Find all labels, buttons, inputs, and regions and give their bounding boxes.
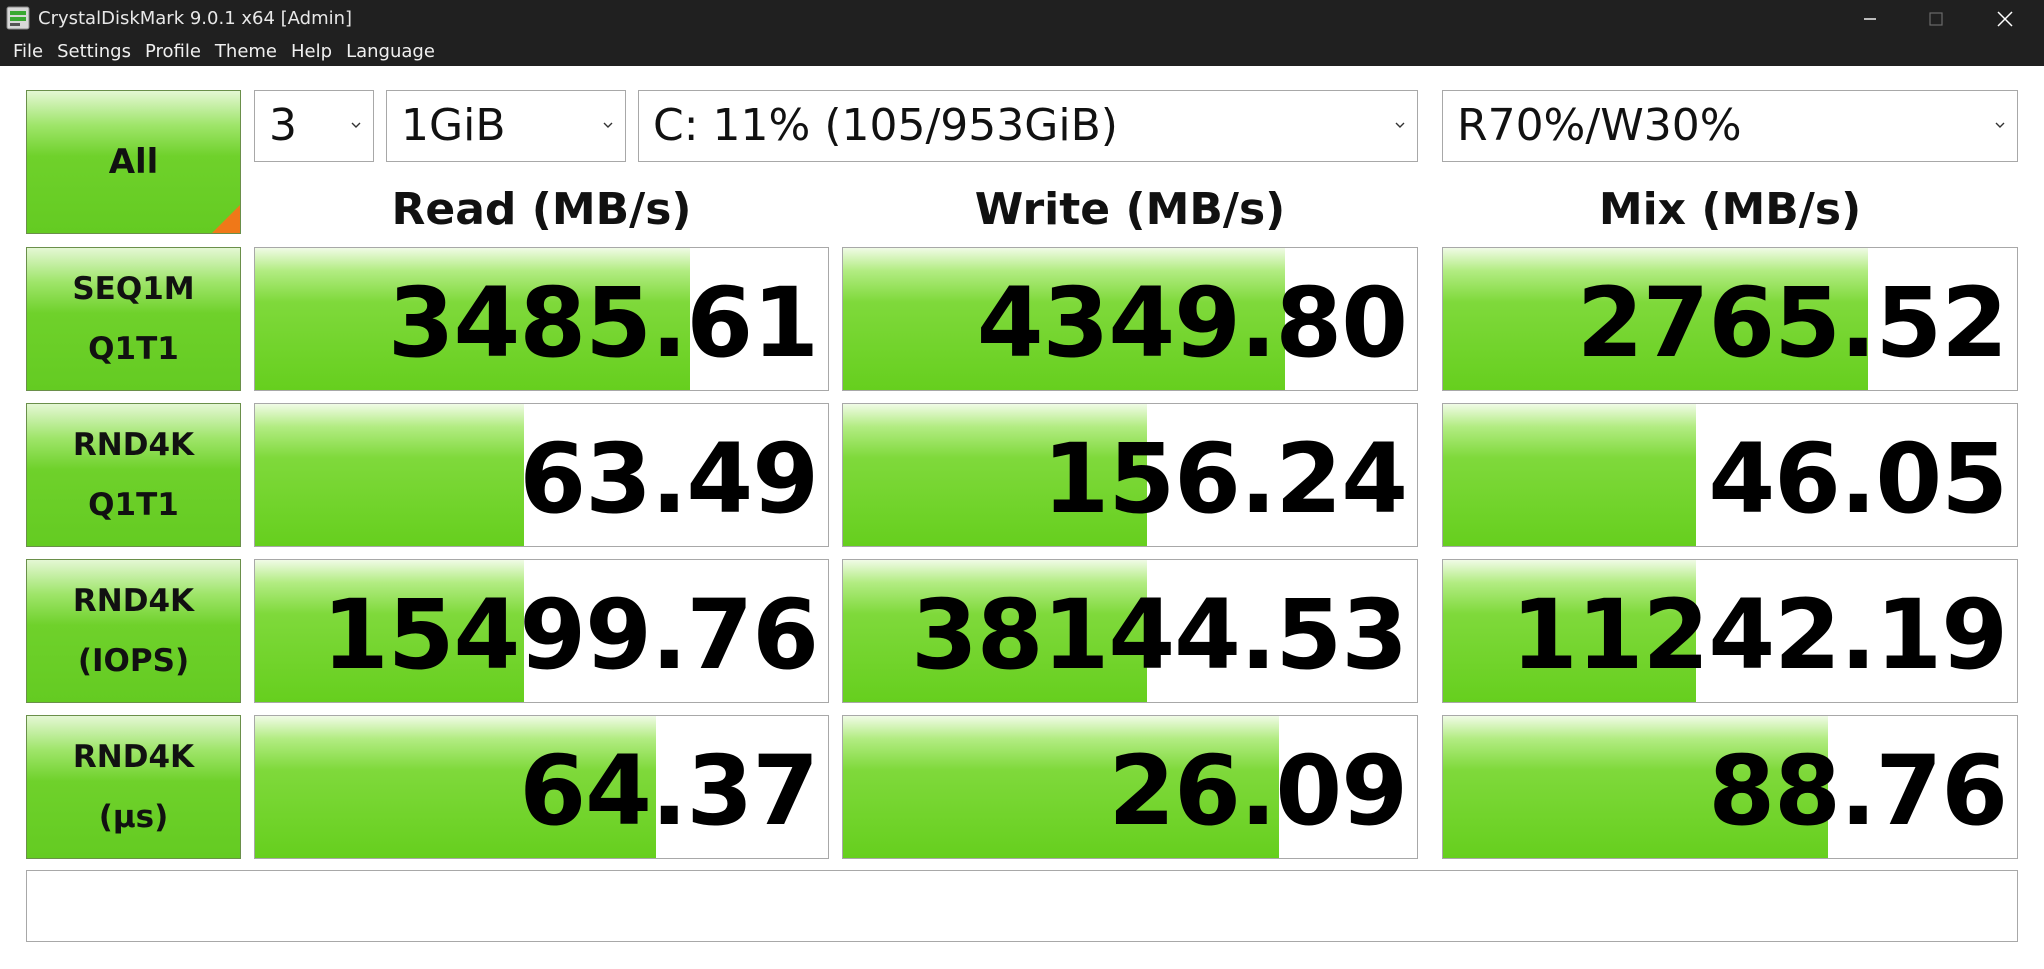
- menu-theme[interactable]: Theme: [208, 37, 284, 66]
- row-label-line2: Q1T1: [88, 487, 179, 523]
- drive-value: C: 11% (105/953GiB): [653, 100, 1118, 151]
- crystaldiskmark-app-icon: [6, 6, 30, 30]
- all-test-button[interactable]: All: [26, 90, 241, 234]
- result-bar: [255, 404, 525, 546]
- result-value: 2765.52: [1576, 267, 2008, 379]
- result-value: 15499.76: [321, 579, 819, 691]
- result-cell-mix: 46.05: [1442, 403, 2018, 547]
- rnd4k-latency-test-button[interactable]: RND4K (µs): [26, 715, 241, 859]
- chevron-down-icon: [1995, 122, 2005, 128]
- maximize-button[interactable]: [1901, 0, 1971, 37]
- maximize-icon: [1929, 11, 1943, 26]
- result-bar: [1443, 404, 1696, 546]
- window-title: CrystalDiskMark 9.0.1 x64 [Admin]: [38, 8, 353, 29]
- chevron-down-icon: [351, 122, 361, 128]
- result-value: 3485.61: [387, 267, 819, 379]
- title-bar[interactable]: CrystalDiskMark 9.0.1 x64 [Admin]: [0, 0, 2044, 37]
- result-value: 11242.19: [1510, 579, 2008, 691]
- row-label-line2: (µs): [98, 799, 169, 835]
- mix-column-header: Mix (MB/s): [1598, 184, 1862, 235]
- result-cell-read: 3485.61: [254, 247, 829, 391]
- result-cell-read: 63.49: [254, 403, 829, 547]
- all-button-label: All: [108, 142, 159, 182]
- row-label-line2: (IOPS): [77, 643, 190, 679]
- read-column-header: Read (MB/s): [391, 184, 692, 235]
- app-window: CrystalDiskMark 9.0.1 x64 [Admin] File S…: [0, 0, 2044, 969]
- menu-file[interactable]: File: [6, 37, 50, 66]
- write-column-header: Write (MB/s): [974, 184, 1286, 235]
- minimize-button[interactable]: [1835, 0, 1905, 37]
- menu-bar: File Settings Profile Theme Help Languag…: [0, 37, 2044, 66]
- close-button[interactable]: [1970, 0, 2040, 37]
- result-cell-mix: 2765.52: [1442, 247, 2018, 391]
- result-value: 63.49: [519, 423, 819, 535]
- menu-language[interactable]: Language: [339, 37, 442, 66]
- row-label-line2: Q1T1: [88, 331, 179, 367]
- row-label-line1: RND4K: [72, 739, 195, 775]
- result-value: 156.24: [1042, 423, 1408, 535]
- result-value: 64.37: [519, 735, 819, 847]
- result-value: 46.05: [1708, 423, 2008, 535]
- result-value: 88.76: [1708, 735, 2008, 847]
- seq1m-q1t1-test-button[interactable]: SEQ1M Q1T1: [26, 247, 241, 391]
- menu-profile[interactable]: Profile: [138, 37, 208, 66]
- menu-settings[interactable]: Settings: [50, 37, 138, 66]
- result-value: 38144.53: [910, 579, 1408, 691]
- result-value: 26.09: [1108, 735, 1408, 847]
- drive-select[interactable]: C: 11% (105/953GiB): [638, 90, 1418, 162]
- result-cell-write: 4349.80: [842, 247, 1418, 391]
- test-count-select[interactable]: 3: [254, 90, 374, 162]
- comment-input[interactable]: [26, 870, 2018, 942]
- corner-marker-icon: [212, 205, 240, 233]
- row-label-line1: RND4K: [72, 427, 195, 463]
- test-size-value: 1GiB: [401, 100, 506, 151]
- result-cell-write: 38144.53: [842, 559, 1418, 703]
- rnd4k-iops-test-button[interactable]: RND4K (IOPS): [26, 559, 241, 703]
- row-label-line1: SEQ1M: [72, 271, 195, 307]
- result-cell-mix: 11242.19: [1442, 559, 2018, 703]
- result-cell-read: 64.37: [254, 715, 829, 859]
- close-icon: [1997, 10, 2013, 27]
- menu-help[interactable]: Help: [284, 37, 339, 66]
- mix-ratio-select[interactable]: R70%/W30%: [1442, 90, 2018, 162]
- mix-ratio-value: R70%/W30%: [1457, 100, 1742, 151]
- result-cell-read: 15499.76: [254, 559, 829, 703]
- result-cell-mix: 88.76: [1442, 715, 2018, 859]
- chevron-down-icon: [603, 122, 613, 128]
- result-cell-write: 156.24: [842, 403, 1418, 547]
- rnd4k-q1t1-test-button[interactable]: RND4K Q1T1: [26, 403, 241, 547]
- row-label-line1: RND4K: [72, 583, 195, 619]
- result-cell-write: 26.09: [842, 715, 1418, 859]
- test-count-value: 3: [269, 100, 297, 151]
- test-size-select[interactable]: 1GiB: [386, 90, 626, 162]
- main-panel: All 3 1GiB C: 11% (105/953GiB) R70%/W30%: [0, 66, 2044, 969]
- minimize-icon: [1864, 17, 1876, 20]
- result-value: 4349.80: [976, 267, 1408, 379]
- chevron-down-icon: [1395, 122, 1405, 128]
